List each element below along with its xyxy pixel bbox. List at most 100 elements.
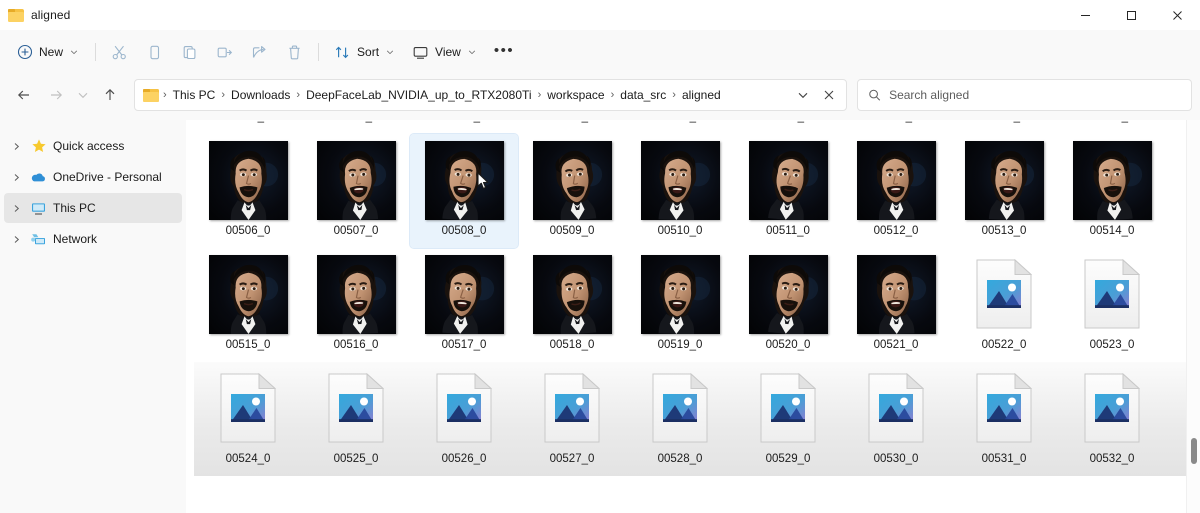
picture-file-icon	[424, 368, 504, 448]
file-item[interactable]: 00526_0	[410, 362, 518, 476]
file-item[interactable]: 00520_0	[734, 248, 842, 362]
file-item[interactable]: 00513_0	[950, 134, 1058, 248]
previous-locations-button[interactable]	[790, 82, 816, 108]
file-item[interactable]: 00516_0	[302, 248, 410, 362]
photo-thumbnail	[316, 254, 396, 334]
file-item[interactable]: 00515_0	[194, 248, 302, 362]
file-item[interactable]: 00511_0	[734, 134, 842, 248]
file-name-label: 00524_0	[225, 453, 271, 465]
face-thumbnail-image	[856, 140, 936, 220]
maximize-button[interactable]	[1108, 0, 1154, 30]
file-item[interactable]: 00510_0	[626, 134, 734, 248]
address-bar[interactable]: › This PC › Downloads › DeepFaceLab_NVIDIA_up…	[134, 79, 847, 111]
file-item[interactable]: 00497_0	[194, 120, 302, 134]
file-item[interactable]: 00504_0	[950, 120, 1058, 134]
breadcrumb-item-deepfacelab-nvidia-up-to-rtx2080ti[interactable]: DeepFaceLab_NVIDIA_up_to_RTX2080Ti	[301, 85, 536, 105]
folder-icon	[8, 8, 24, 22]
back-button[interactable]	[8, 79, 40, 111]
picture-file-icon-glyph	[328, 373, 384, 443]
file-item[interactable]: 00528_0	[626, 362, 734, 476]
scrollbar-thumb[interactable]	[1191, 438, 1197, 464]
refresh-stop-button[interactable]	[816, 82, 842, 108]
file-item[interactable]: 00521_0	[842, 248, 950, 362]
file-item[interactable]: 00518_0	[518, 248, 626, 362]
network-icon	[30, 231, 47, 248]
photo-thumbnail	[640, 254, 720, 334]
file-item[interactable]: 00514_0	[1058, 134, 1166, 248]
delete-button[interactable]	[277, 36, 312, 68]
search-input[interactable]	[889, 88, 1181, 102]
file-item[interactable]: 00501_0	[626, 120, 734, 134]
file-item[interactable]: 00531_0	[950, 362, 1058, 476]
picture-file-icon	[316, 368, 396, 448]
chevron-right-icon[interactable]	[8, 231, 24, 247]
up-button[interactable]	[94, 79, 126, 111]
sidebar-item-network[interactable]: Network	[4, 224, 182, 254]
chevron-right-icon[interactable]	[8, 169, 24, 185]
sidebar-item-this-pc[interactable]: This PC	[4, 193, 182, 223]
file-item[interactable]: 00508_0	[409, 133, 519, 249]
file-item[interactable]: 00529_0	[734, 362, 842, 476]
copy-button[interactable]	[137, 36, 172, 68]
file-item[interactable]: 00525_0	[302, 362, 410, 476]
breadcrumb-item-aligned[interactable]: aligned	[677, 85, 726, 105]
file-item[interactable]: 00502_0	[734, 120, 842, 134]
file-item[interactable]: 00509_0	[518, 134, 626, 248]
breadcrumb-item-downloads[interactable]: Downloads	[226, 85, 295, 105]
picture-file-icon	[964, 254, 1044, 334]
file-name-label: 00523_0	[1089, 339, 1135, 351]
folder-icon	[143, 88, 159, 102]
file-item[interactable]: 00517_0	[410, 248, 518, 362]
face-thumbnail-image	[316, 140, 396, 220]
file-item[interactable]: 00507_0	[302, 134, 410, 248]
forward-button[interactable]	[40, 79, 72, 111]
chevron-right-icon[interactable]	[8, 138, 24, 154]
file-item[interactable]: 00498_0	[302, 120, 410, 134]
breadcrumb-item-this-pc[interactable]: This PC	[168, 85, 221, 105]
sort-button[interactable]: Sort	[325, 36, 403, 68]
minimize-button[interactable]	[1062, 0, 1108, 30]
recent-locations-button[interactable]	[72, 79, 94, 111]
new-button[interactable]: New	[6, 36, 87, 68]
face-thumbnail-image	[532, 140, 612, 220]
file-item[interactable]: 00506_0	[194, 134, 302, 248]
file-item[interactable]: 00500_0	[518, 120, 626, 134]
file-item[interactable]: 00505_0	[1058, 120, 1166, 134]
breadcrumb-item-workspace[interactable]: workspace	[542, 85, 609, 105]
breadcrumb: › This PC › Downloads › DeepFaceLab_NVIDIA_up…	[162, 85, 790, 105]
file-item[interactable]: 00512_0	[842, 134, 950, 248]
sidebar-item-quick-access[interactable]: Quick access	[4, 131, 182, 161]
file-item[interactable]: 00503_0	[842, 120, 950, 134]
file-item[interactable]: 00499_0	[410, 120, 518, 134]
vertical-scrollbar[interactable]	[1186, 120, 1200, 513]
file-name-label: 00522_0	[981, 339, 1027, 351]
close-button[interactable]	[1154, 0, 1200, 30]
chevron-right-icon[interactable]	[8, 200, 24, 216]
file-row: 00524_0 00525_0 00526_0 00527_0 00528_0 …	[194, 362, 1186, 476]
sidebar-item-onedrive-personal[interactable]: OneDrive - Personal	[4, 162, 182, 192]
file-list[interactable]: 00497_0	[186, 120, 1200, 513]
file-item[interactable]: 00532_0	[1058, 362, 1166, 476]
face-thumbnail-image	[748, 140, 828, 220]
file-item[interactable]: 00523_0	[1058, 248, 1166, 362]
cut-button[interactable]	[102, 36, 137, 68]
face-thumbnail-image	[1072, 140, 1152, 220]
file-name-label: 00509_0	[549, 225, 595, 237]
paste-button[interactable]	[172, 36, 207, 68]
monitor-icon	[412, 44, 429, 61]
share-button[interactable]	[242, 36, 277, 68]
file-item[interactable]: 00527_0	[518, 362, 626, 476]
rename-button[interactable]	[207, 36, 242, 68]
file-item[interactable]: 00522_0	[950, 248, 1058, 362]
breadcrumb-item-data-src[interactable]: data_src	[615, 85, 671, 105]
file-name-label: 00520_0	[765, 339, 811, 351]
more-options-button[interactable]: •••	[485, 36, 523, 68]
rename-icon	[216, 44, 233, 61]
search-box[interactable]	[857, 79, 1192, 111]
chevron-down-icon	[386, 50, 394, 55]
file-item[interactable]: 00530_0	[842, 362, 950, 476]
file-item[interactable]: 00519_0	[626, 248, 734, 362]
file-item[interactable]: 00524_0	[194, 362, 302, 476]
sidebar-item-label: OneDrive - Personal	[53, 170, 162, 184]
view-button[interactable]: View	[403, 36, 485, 68]
